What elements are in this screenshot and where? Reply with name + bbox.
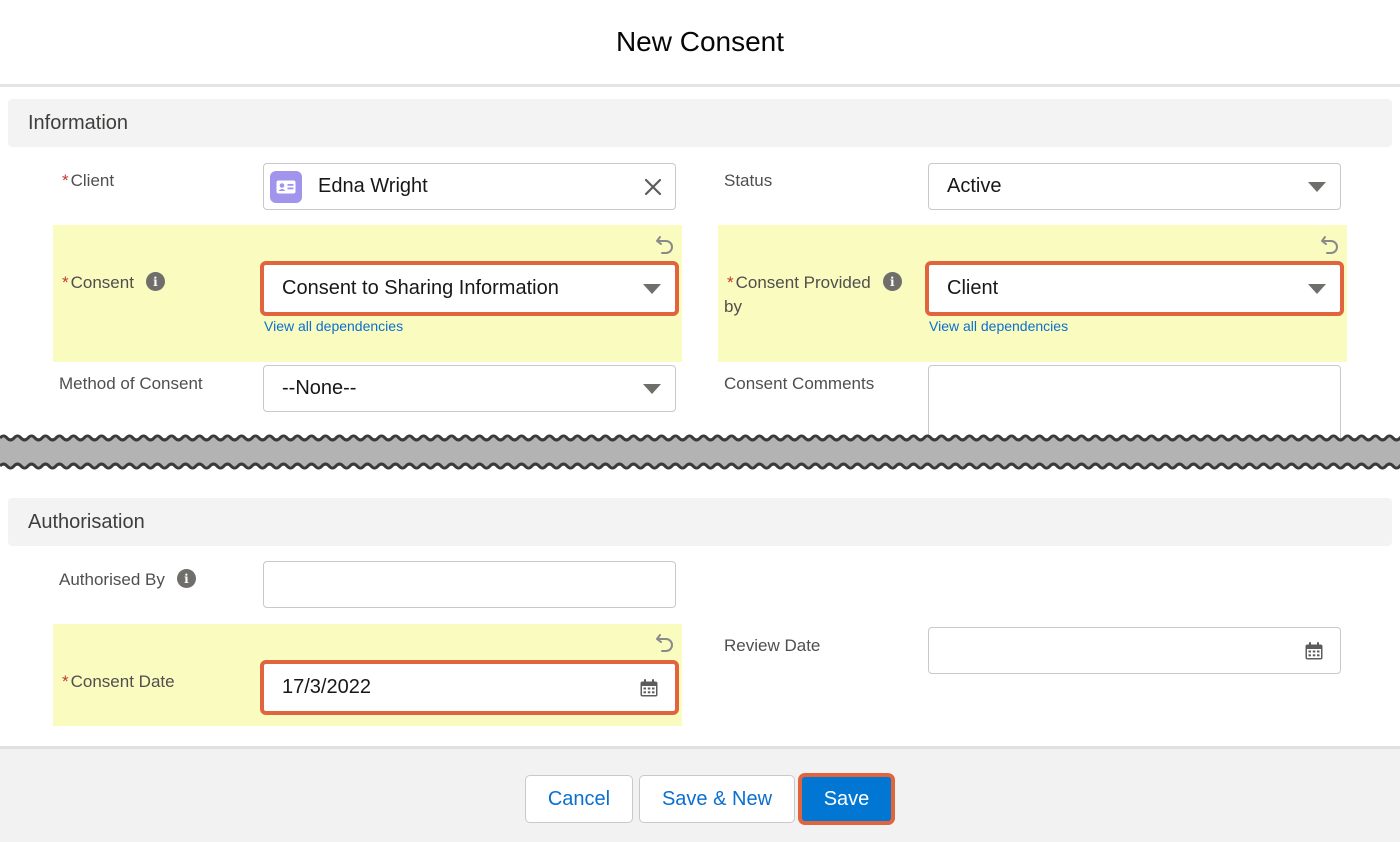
save-button[interactable]: Save — [798, 773, 895, 825]
required-marker: * — [727, 273, 734, 292]
consent-provided-by-select[interactable]: Client — [925, 261, 1344, 316]
calendar-icon[interactable] — [1304, 641, 1324, 661]
client-label-text: Client — [70, 171, 115, 190]
section-title-authorisation: Authorisation — [28, 510, 145, 533]
consent-date-label: * Consent Date — [62, 670, 175, 694]
chevron-down-icon — [1308, 283, 1326, 294]
client-label: * Client — [62, 169, 114, 193]
modal-footer: Cancel Save & New Save — [0, 746, 1400, 842]
consent-date-label-text: Consent Date — [70, 672, 175, 691]
consent-provided-by-value: Client — [947, 277, 999, 299]
required-marker: * — [62, 273, 69, 292]
status-value: Active — [947, 175, 1002, 197]
consent-value: Consent to Sharing Information — [282, 277, 559, 299]
authorised-by-label: Authorised By i — [59, 568, 196, 592]
method-of-consent-value: --None-- — [282, 377, 357, 399]
consent-date-input[interactable]: 17/3/2022 — [260, 660, 679, 715]
review-date-label: Review Date — [724, 636, 821, 655]
consent-comments-label: Consent Comments — [724, 374, 875, 393]
undo-icon[interactable] — [1319, 232, 1341, 254]
consent-provided-by-label-text-2: by — [724, 297, 742, 316]
save-and-new-button[interactable]: Save & New — [639, 775, 795, 823]
chevron-down-icon — [643, 283, 661, 294]
section-title-information: Information — [28, 111, 129, 134]
info-icon[interactable]: i — [145, 272, 165, 292]
modal-title: New Consent — [615, 26, 785, 57]
consent-view-dependencies-link[interactable]: View all dependencies — [264, 318, 403, 334]
consent-select[interactable]: Consent to Sharing Information — [260, 261, 679, 316]
chevron-down-icon — [643, 383, 661, 394]
close-icon[interactable] — [643, 177, 663, 197]
consent-provided-by-label-text: Consent Provided — [735, 273, 871, 292]
undo-icon[interactable] — [654, 630, 676, 652]
client-value: Edna Wright — [318, 175, 428, 197]
authorised-by-label-text: Authorised By — [59, 570, 165, 589]
chevron-down-icon — [1308, 181, 1326, 192]
authorised-by-input[interactable] — [263, 561, 676, 608]
required-marker: * — [62, 672, 69, 691]
method-of-consent-select[interactable]: --None-- — [263, 365, 676, 412]
cancel-button[interactable]: Cancel — [525, 775, 633, 823]
page-break-wave — [0, 434, 1400, 470]
consent-label-text: Consent — [70, 273, 134, 292]
consent-provided-by-label: * Consent Provided i by — [724, 271, 917, 319]
status-label: Status — [724, 171, 773, 190]
header-divider — [0, 84, 1400, 87]
review-date-input[interactable] — [928, 627, 1341, 674]
calendar-icon[interactable] — [639, 678, 659, 698]
undo-icon[interactable] — [654, 232, 676, 254]
contact-card-icon — [270, 170, 302, 203]
required-marker: * — [62, 171, 69, 190]
status-select[interactable]: Active — [928, 163, 1341, 210]
consent-provided-by-view-dependencies-link[interactable]: View all dependencies — [929, 318, 1068, 334]
section-header-authorisation[interactable]: Authorisation — [8, 498, 1392, 546]
method-of-consent-label: Method of Consent — [59, 374, 203, 393]
info-icon[interactable]: i — [176, 569, 196, 589]
section-header-information[interactable]: Information — [8, 99, 1392, 147]
consent-date-value: 17/3/2022 — [282, 676, 371, 698]
client-lookup-field[interactable]: Edna Wright — [263, 163, 676, 210]
consent-label: * Consent i — [62, 271, 165, 295]
info-icon[interactable]: i — [882, 272, 902, 292]
